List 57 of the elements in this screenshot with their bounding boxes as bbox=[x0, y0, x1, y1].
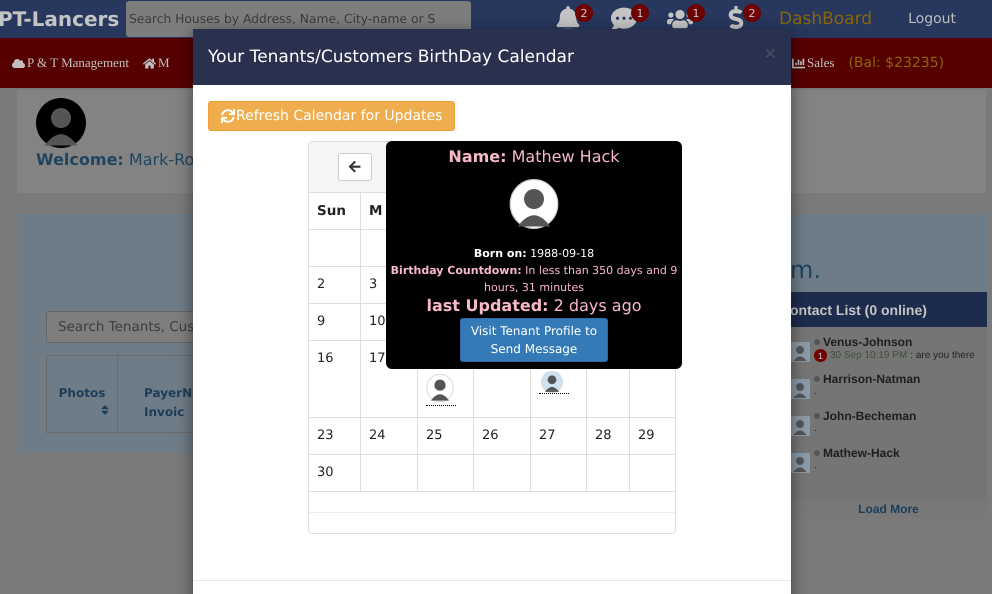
menu-item[interactable]: P & T Management bbox=[12, 55, 129, 71]
logout-link[interactable]: Logout bbox=[908, 11, 956, 27]
contact-name[interactable]: John-Becheman bbox=[823, 409, 916, 423]
refresh-icon bbox=[221, 109, 235, 123]
weekday-cell: Sun bbox=[309, 193, 361, 230]
calendar-cell[interactable] bbox=[587, 455, 630, 492]
message-preview: . bbox=[814, 386, 817, 397]
count-badge: 1 bbox=[631, 4, 649, 22]
calendar-cell[interactable] bbox=[531, 455, 587, 492]
calendar-cell[interactable]: 29 bbox=[630, 418, 675, 455]
birth-date: Born on: 1988-09-18 bbox=[474, 246, 594, 262]
avatar-icon bbox=[539, 371, 565, 393]
menu-item[interactable]: Sales bbox=[792, 55, 834, 71]
contact-name[interactable]: Mathew-Hack bbox=[823, 446, 900, 460]
calendar-cell[interactable]: 30 bbox=[309, 455, 361, 492]
contact-name[interactable]: Venus-Johnson bbox=[823, 335, 912, 349]
contact-list-header: ontact List (0 online) bbox=[790, 292, 987, 327]
cloud-icon bbox=[12, 56, 25, 70]
message-preview: . bbox=[814, 460, 817, 471]
tenant-name: Name: Mathew Hack bbox=[448, 147, 620, 166]
birthday-countdown: Birthday Countdown: In less than 350 days and 9 hours, 31 minutes bbox=[390, 263, 678, 296]
modal-title: Your Tenants/Customers BirthDay Calendar bbox=[208, 47, 574, 67]
home-icon bbox=[142, 56, 156, 70]
calendar-cell[interactable] bbox=[309, 230, 361, 267]
calendar-cell[interactable]: 24 bbox=[361, 418, 418, 455]
previous-month-button[interactable] bbox=[338, 153, 372, 181]
welcome-text: Welcome: Mark-Ro bbox=[36, 150, 194, 169]
calendar-cell[interactable]: 16 bbox=[309, 341, 361, 418]
message-preview: : are you there bbox=[910, 350, 975, 361]
unread-badge: 1 bbox=[814, 349, 827, 362]
calendar-cell[interactable]: 2 bbox=[309, 267, 361, 304]
count-badge: 2 bbox=[743, 4, 761, 22]
calendar-cell[interactable]: 9 bbox=[309, 304, 361, 341]
calendar-cell[interactable] bbox=[474, 455, 531, 492]
calendar-cell[interactable] bbox=[361, 455, 418, 492]
contact-name[interactable]: Harrison-Natman bbox=[823, 372, 920, 386]
visit-profile-button[interactable]: Visit Tenant Profile to Send Message bbox=[460, 318, 608, 362]
last-updated: last Updated: 2 days ago bbox=[426, 296, 642, 315]
avatar-icon bbox=[426, 371, 454, 405]
calendar-cell[interactable]: 23 bbox=[309, 418, 361, 455]
message-preview: . bbox=[814, 423, 817, 434]
heading: m. bbox=[790, 256, 822, 284]
menu-item[interactable]: M bbox=[142, 55, 170, 71]
balance-text: (Bal: $23235) bbox=[848, 55, 944, 71]
count-badge: 1 bbox=[687, 4, 705, 22]
calendar-cell[interactable]: 25 bbox=[418, 418, 474, 455]
arrow-left-icon bbox=[348, 160, 362, 174]
bar-chart-icon bbox=[792, 56, 805, 70]
calendar-cell[interactable]: 26 bbox=[474, 418, 531, 455]
avatar-icon bbox=[36, 98, 86, 148]
message-time: 30 Sep 10:19 PM bbox=[830, 350, 908, 361]
count-badge: 2 bbox=[575, 4, 593, 22]
brand-logo[interactable]: PT-Lancers bbox=[0, 7, 126, 31]
calendar-cell[interactable]: 27 bbox=[531, 418, 587, 455]
calendar-cell[interactable]: 28 bbox=[587, 418, 630, 455]
calendar-cell[interactable] bbox=[418, 455, 474, 492]
sort-icon[interactable] bbox=[99, 404, 111, 416]
